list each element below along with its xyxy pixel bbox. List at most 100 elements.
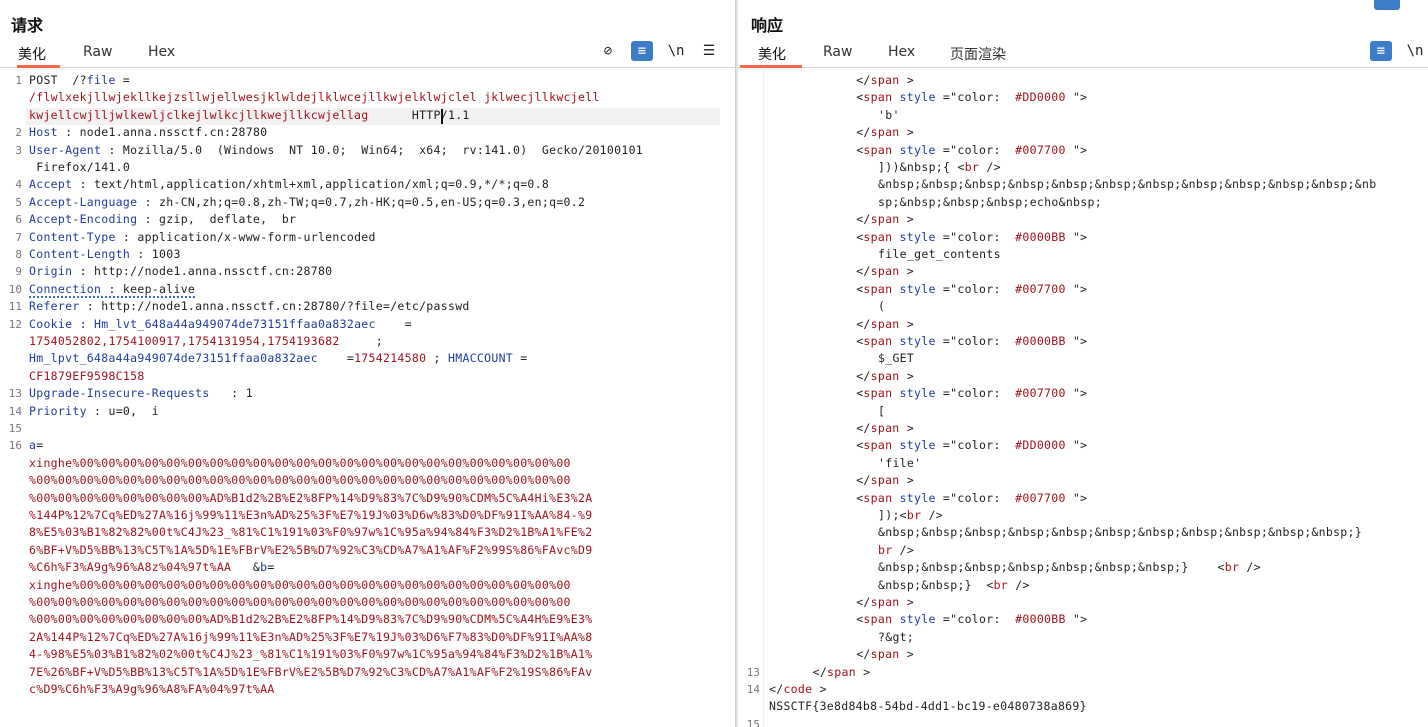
line-number: 11: [8, 300, 22, 314]
code-token: </: [856, 595, 871, 609]
text-caret: [441, 108, 443, 124]
code-token: %144P%12%7Cq%ED%27A%16j%99%11%E3n%AD%25%…: [29, 508, 593, 522]
code-token: </: [856, 264, 871, 279]
code-line: &nbsp;&nbsp;} <br />: [878, 578, 1030, 592]
code-token: : Mozilla/5.0 (Windows NT 10.0; Win64; x…: [101, 142, 644, 157]
code-token: xinghe%00%00%00%00%00%00%00%00%00%00%00%…: [29, 577, 571, 592]
request-tab-raw[interactable]: Raw: [83, 44, 112, 68]
code-line: %C6h%F3%A9g%96%A8z%04%97t%AA &b=: [29, 560, 275, 574]
code-line: </span >: [856, 264, 914, 278]
code-token: =: [36, 438, 44, 453]
code-line: 8%E5%03%B1%82%82%00t%C4J%23_%81%C1%191%0…: [29, 525, 592, 539]
response-wrap-lines-icon[interactable]: ≡: [1370, 41, 1392, 61]
code-token: Hm_lvt_648a44a949074de73151ffaa0a832aec: [94, 316, 376, 331]
code-token: Accept-Language: [29, 194, 138, 209]
response-tab-pretty[interactable]: 美化: [740, 44, 802, 68]
code-token: style: [899, 142, 936, 157]
code-token: #0000BB: [1015, 334, 1066, 348]
code-token: ]))&nbsp;{ <: [878, 160, 965, 174]
code-token: span: [870, 212, 900, 227]
code-line: c%D9%C6h%F3%A9g%96%A8%FA%04%97t%AA: [29, 682, 275, 696]
code-token: &nbsp;&nbsp;&nbsp;&nbsp;&nbsp;&nbsp;&nbs…: [878, 560, 1225, 575]
code-line: </span >: [856, 73, 914, 87]
code-line: Origin : http://node1.anna.nssctf.cn:287…: [29, 264, 332, 278]
code-token: span: [870, 368, 900, 383]
code-token: %00%00%00%00%00%00%00%00%00%00%00%00%00%…: [29, 473, 571, 488]
line-number: 10: [8, 282, 22, 296]
code-line: 'b': [878, 108, 900, 122]
code-token: 'b': [878, 107, 900, 122]
code-token: ">: [1065, 386, 1088, 401]
code-token: =: [935, 438, 951, 453]
response-newline-toggle-icon[interactable]: \n: [1404, 41, 1426, 61]
code-token: 1754052802,1754100917,1754131954,1754193…: [29, 334, 340, 348]
code-token: </: [856, 212, 871, 227]
code-token: Firefox/141.0: [29, 160, 131, 174]
code-token: #007700: [1015, 386, 1066, 401]
code-line: User-Agent : Mozilla/5.0 (Windows NT 10.…: [29, 143, 643, 157]
response-editor[interactable]: </span > <span style ="color: #DD0000 "> '…: [738, 70, 1428, 727]
code-token: >: [899, 73, 914, 87]
code-token: span: [870, 316, 900, 331]
code-token: />: [1239, 560, 1261, 575]
response-tab-hex[interactable]: Hex: [888, 44, 915, 68]
response-tab-render[interactable]: 页面渲染: [950, 44, 1006, 68]
response-tab-raw[interactable]: Raw: [823, 44, 852, 68]
response-gutter: [738, 70, 764, 727]
line-number: 14: [8, 404, 22, 418]
code-token: br: [1224, 560, 1240, 575]
line-number: 16: [8, 439, 22, 453]
code-token: : 1: [209, 386, 253, 401]
code-token: =: [317, 351, 355, 366]
code-token: </: [856, 421, 871, 435]
code-token: style: [899, 490, 936, 505]
request-editor[interactable]: 1 POST /?file = /flwlxekjllwjekllkejzsllwj…: [0, 70, 735, 727]
code-token: 1754214580: [354, 351, 427, 366]
code-token: >: [899, 316, 914, 331]
code-token: span: [870, 473, 900, 488]
code-line: <span style ="color: #007700 ">: [856, 143, 1087, 157]
code-token: : gzip, deflate, br: [137, 212, 297, 227]
code-line: </span >: [856, 369, 914, 383]
code-line: </span >: [856, 317, 914, 331]
code-token: ">: [1065, 90, 1088, 105]
code-line: </span >: [856, 421, 914, 435]
code-line: 'file': [878, 456, 921, 470]
code-token: 6%BF+V%D5%BB%13%C5T%1A%5D%1E%FBrV%E2%5B%…: [29, 542, 593, 557]
code-token: =: [935, 334, 951, 348]
code-token: =: [935, 386, 951, 401]
code-line: &nbsp;&nbsp;&nbsp;&nbsp;&nbsp;&nbsp;&nbs…: [878, 525, 1362, 539]
menu-icon[interactable]: ☰: [698, 41, 720, 61]
code-line: Content-Type : application/x-www-form-ur…: [29, 230, 376, 244]
line-number: 13: [8, 387, 22, 401]
code-token: />: [921, 508, 944, 522]
code-token: Cookie: [29, 316, 73, 331]
code-token: </: [856, 368, 871, 383]
code-token: br: [964, 160, 980, 174]
code-token: POST /?: [29, 73, 87, 87]
line-number: 6: [15, 213, 22, 227]
code-line: 6%BF+V%D5%BB%13%C5T%1A%5D%1E%FBrV%E2%5B%…: [29, 543, 592, 557]
code-line: <span style ="color: #0000BB ">: [856, 230, 1087, 244]
code-token: >: [855, 664, 871, 679]
code-line: %00%00%00%00%00%00%00%00%AD%B1d2%2B%E2%8…: [29, 612, 592, 626]
hide-nonprinting-icon[interactable]: ⊘: [597, 41, 619, 61]
request-tab-pretty[interactable]: 美化: [17, 44, 60, 68]
code-token: ;: [339, 334, 383, 348]
newline-toggle-icon[interactable]: \n: [665, 41, 687, 61]
code-line: %00%00%00%00%00%00%00%00%AD%B1d2%2B%E2%8…: [29, 491, 592, 505]
layout-toggle-icon[interactable]: [1374, 0, 1400, 10]
code-line: kwjellcwjlljwlkewljclkejlwlkcjllkwejllkc…: [29, 108, 470, 122]
code-line: Accept-Encoding : gzip, deflate, br: [29, 212, 296, 226]
request-title: 请求: [11, 16, 44, 35]
code-line: Accept-Language : zh-CN,zh;q=0.8,zh-TW;q…: [29, 195, 585, 209]
code-token: Origin: [29, 264, 73, 279]
wrap-lines-icon[interactable]: ≡: [631, 41, 653, 61]
request-tab-hex[interactable]: Hex: [148, 44, 175, 68]
code-token: style: [899, 229, 936, 244]
response-title: 响应: [751, 16, 784, 35]
code-line: %144P%12%7Cq%ED%27A%16j%99%11%E3n%AD%25%…: [29, 508, 592, 522]
code-line: (: [878, 299, 885, 313]
